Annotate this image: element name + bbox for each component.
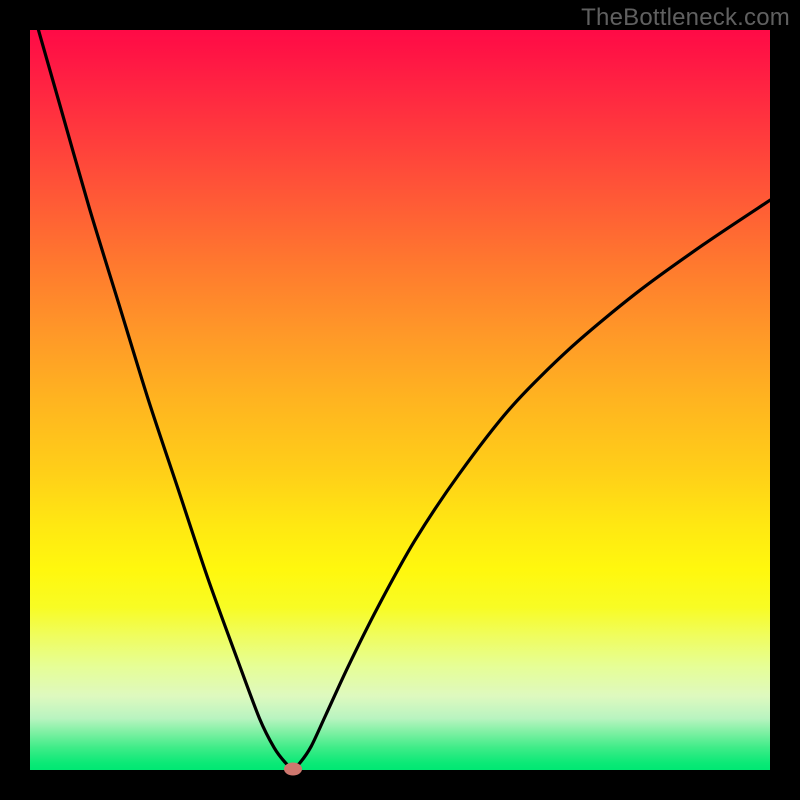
optimal-point-marker — [284, 762, 302, 775]
plot-area — [30, 30, 770, 770]
watermark-text: TheBottleneck.com — [581, 4, 790, 32]
curve-layer — [30, 30, 770, 770]
bottleneck-curve — [30, 30, 770, 769]
chart-container: TheBottleneck.com — [0, 0, 800, 800]
